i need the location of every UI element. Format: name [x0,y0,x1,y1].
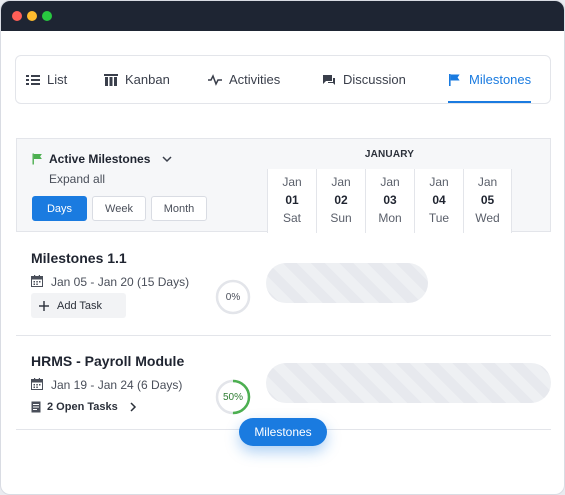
open-tasks-link[interactable]: 2 Open Tasks [31,401,138,413]
milestone-dates: Jan 05 - Jan 20 (15 Days) [51,275,190,289]
progress-label: 50% [222,391,243,403]
minimize-window-button[interactable] [27,11,37,21]
day-column: Jan 05 Wed [463,169,512,233]
day-month: Jan [380,175,400,189]
tab-list[interactable]: List [26,56,67,103]
progress-label: 0% [225,291,241,303]
milestone-dates: Jan 19 - Jan 24 (6 Days) [51,378,183,392]
milestone-title[interactable]: Milestones 1.1 [31,250,127,266]
app-window: List Kanban Activities Discussion Milest… [0,0,565,495]
add-task-button[interactable]: Add Task [31,293,126,318]
day-number: 02 [334,193,348,207]
expand-all-link[interactable]: Expand all [49,172,105,186]
day-column: Jan 01 Sat [267,169,316,233]
week-view-button[interactable]: Week [92,196,146,221]
days-view-button[interactable]: Days [32,196,87,221]
day-month: Jan [282,175,302,189]
close-window-button[interactable] [12,11,22,21]
milestone-title[interactable]: HRMS - Payroll Module [31,353,184,369]
tab-label: Discussion [343,72,406,87]
tab-bar: List Kanban Activities Discussion Milest… [15,55,551,104]
milestone-row[interactable]: Milestones 1.1 Jan 05 - Jan 20 (15 Days)… [16,232,551,336]
add-task-label: Add Task [57,299,103,312]
milestone-timeline-bar[interactable] [266,363,551,403]
month-view-button[interactable]: Month [151,196,207,221]
flag-icon [449,73,460,86]
tab-label: List [47,72,68,87]
day-month: Jan [477,175,498,189]
tab-activities[interactable]: Activities [208,56,280,103]
milestones-tooltip-pill[interactable]: Milestones [239,418,327,446]
open-tasks-label: 2 Open Tasks [47,401,118,413]
day-month: Jan [429,175,449,189]
list-icon [26,74,40,85]
day-column: Jan 02 Sun [316,169,365,233]
tab-label: Activities [229,72,281,87]
title-bar [1,1,564,31]
day-number: 01 [285,193,299,207]
tab-kanban[interactable]: Kanban [104,56,170,103]
day-weekday: Tue [428,211,450,225]
maximize-window-button[interactable] [42,11,52,21]
milestone-timeline-bar[interactable] [266,263,428,303]
day-number: 05 [480,193,495,207]
day-weekday: Mon [378,211,402,225]
day-weekday: Sun [330,211,352,225]
document-icon [31,401,41,413]
day-number: 04 [432,193,446,207]
day-month: Jan [331,175,351,189]
kanban-icon [104,73,118,86]
month-label: JANUARY [364,149,415,160]
day-number: 03 [383,193,397,207]
tab-label: Milestones [469,72,532,87]
calendar-icon [31,378,43,390]
activity-icon [208,73,222,86]
milestones-header: Active Milestones Expand all Days Week M… [16,138,551,233]
day-column: Jan 03 Mon [365,169,414,233]
day-column: Jan 04 Tue [414,169,463,233]
calendar-icon [31,275,43,287]
tab-label: Kanban [125,72,170,87]
day-weekday: Sat [282,211,301,225]
chat-icon [323,74,335,85]
tab-discussion[interactable]: Discussion [322,56,406,103]
chevron-right-icon [130,402,136,412]
milestone-row[interactable]: HRMS - Payroll Module Jan 19 - Jan 24 (6… [16,336,551,430]
plus-icon [39,300,49,311]
day-weekday: Wed [475,211,500,225]
tab-milestones[interactable]: Milestones [448,56,532,103]
